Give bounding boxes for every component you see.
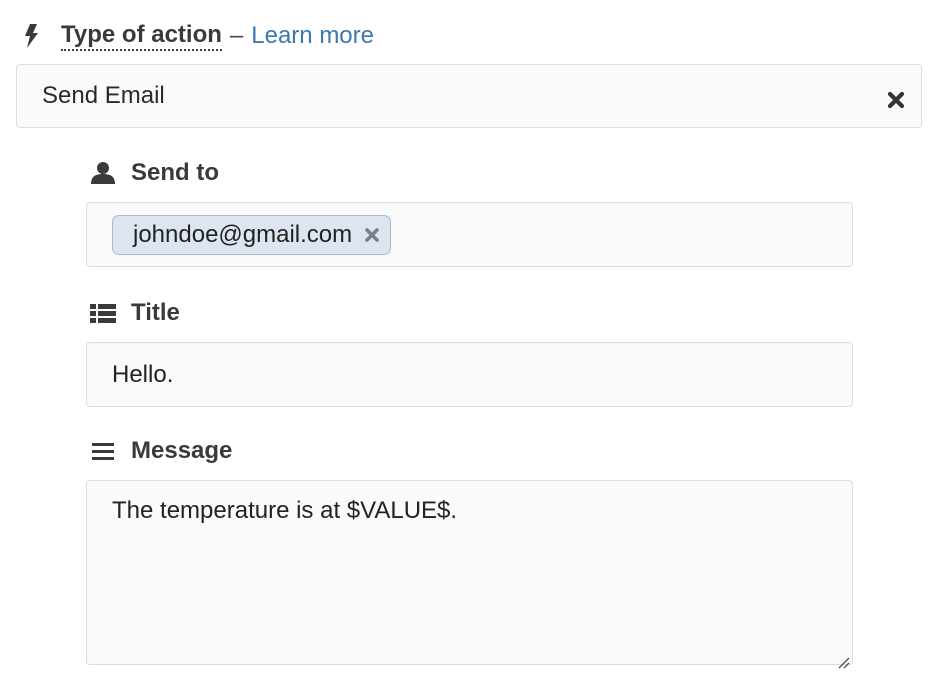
- title-label: Title: [131, 299, 180, 326]
- title-label-row: Title: [90, 298, 180, 328]
- clear-action-icon[interactable]: [887, 88, 905, 109]
- list-icon: [90, 300, 116, 326]
- action-type-value: Send Email: [42, 82, 165, 109]
- message-textarea[interactable]: The temperature is at $VALUE$.: [86, 480, 853, 669]
- action-type-label: Type of action: [61, 21, 222, 51]
- recipient-tag: johndoe@gmail.com: [112, 214, 392, 255]
- user-icon: [90, 160, 116, 186]
- action-type-select[interactable]: Send Email: [16, 64, 922, 128]
- learn-more-link[interactable]: Learn more: [251, 22, 374, 50]
- resize-handle-icon[interactable]: [836, 648, 850, 669]
- remove-recipient-icon[interactable]: [364, 227, 380, 243]
- title-value: Hello.: [112, 360, 174, 388]
- action-type-header: Type of action – Learn more: [24, 18, 374, 54]
- message-value: The temperature is at $VALUE$.: [112, 497, 458, 524]
- send-to-label: Send to: [131, 159, 219, 186]
- recipient-email: johndoe@gmail.com: [133, 220, 353, 248]
- message-label-row: Message: [90, 436, 232, 466]
- menu-lines-icon: [90, 438, 116, 464]
- send-to-input[interactable]: johndoe@gmail.com: [86, 202, 853, 267]
- title-input[interactable]: Hello.: [86, 342, 853, 407]
- header-separator: –: [229, 22, 244, 49]
- send-to-label-row: Send to: [90, 158, 219, 188]
- bolt-icon: [24, 22, 42, 50]
- message-label: Message: [131, 437, 233, 464]
